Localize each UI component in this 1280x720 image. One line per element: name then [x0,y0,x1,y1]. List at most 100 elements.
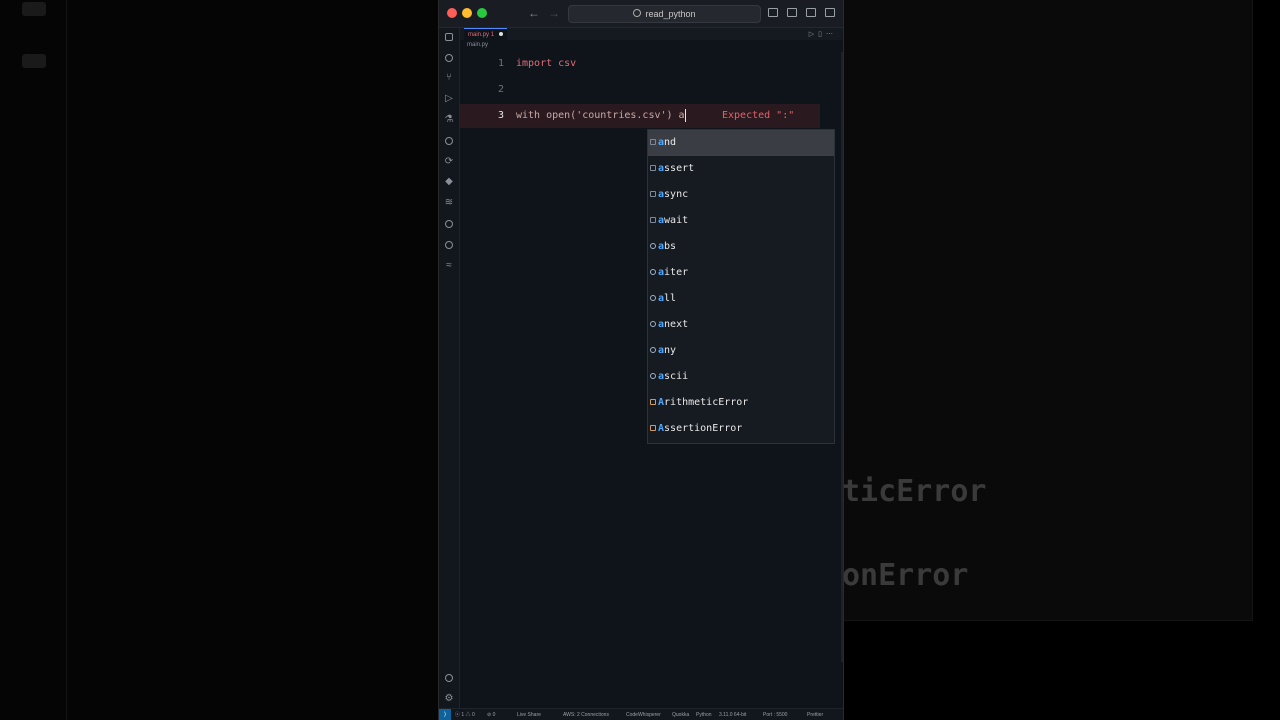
tab-label: main.py [468,32,490,38]
run-file-icon[interactable]: ▷ [809,31,818,38]
function-icon [650,321,656,327]
gitlens-icon[interactable] [444,240,454,250]
accounts-icon[interactable] [444,673,454,683]
title-bar: ← → read_python [439,0,843,28]
suggestion-item[interactable]: all [648,286,834,312]
function-icon [650,373,656,379]
problems-status[interactable]: ⓧ 1 △ 0 [455,709,475,720]
toggle-secondary-sidebar-icon[interactable] [806,8,816,17]
live-share-status[interactable]: Live Share [517,709,541,720]
suggestion-label: ascii [658,371,689,382]
suggestion-label: any [658,345,677,356]
line-code: import csv [516,58,577,69]
code-line-2[interactable]: 2 [460,78,820,102]
suggestion-label: async [658,189,689,200]
editor-scrollbar[interactable] [841,52,843,662]
ports-status[interactable]: ⊘ 0 [487,709,495,720]
diagnostic-message: Expected ":" [722,110,795,121]
minimize-window-button[interactable] [462,8,472,18]
maximize-window-button[interactable] [477,8,487,18]
split-editor-icon[interactable]: ▯ [818,31,826,38]
suggestion-item[interactable]: async [648,182,834,208]
docker-icon[interactable]: ≋ [444,198,454,208]
suggestion-item[interactable]: AssertionError [648,416,834,442]
forward-arrow-icon[interactable]: → [548,6,560,20]
suggestion-item[interactable]: any [648,338,834,364]
suggestion-item[interactable]: aiter [648,260,834,286]
search-view-icon[interactable] [444,53,454,63]
suggestion-item[interactable]: assert [648,156,834,182]
back-arrow-icon[interactable]: ← [528,6,540,20]
explorer-icon[interactable] [444,32,454,42]
testing-flask-icon[interactable]: ⚗ [444,115,454,125]
remote-explorer-icon[interactable]: ⟳ [444,157,454,167]
keyword-icon [650,191,656,197]
codewhisperer-status[interactable]: CodeWhisperer [626,709,661,720]
quokka-status[interactable]: Quokka [672,709,689,720]
suggestion-item[interactable]: abs [648,234,834,260]
suggestion-widget: and assert async await abs aiter all ane… [647,129,835,444]
suggestion-label: and [658,137,677,148]
suggestion-item[interactable]: anext [648,312,834,338]
run-debug-icon[interactable]: ▷ [444,94,454,104]
tab-bar: main.py 1 [460,28,843,41]
suggestion-item[interactable]: ArithmeticError [648,390,834,416]
ghost-text-arithmetic: ticError [842,474,987,509]
background-panel: ticError onError [842,0,1253,621]
class-icon [650,399,656,405]
suggestion-label: all [658,293,677,304]
function-icon [650,347,656,353]
source-control-icon[interactable]: ⑂ [444,73,454,83]
suggestion-label: aiter [658,267,689,278]
line-number: 2 [497,84,504,95]
suggestion-item[interactable]: and [648,130,834,156]
prettier-status[interactable]: Prettier [807,709,823,720]
background-divider [66,0,67,720]
suggestion-item[interactable]: await [648,208,834,234]
code-line-1[interactable]: 1 import csv [460,52,820,76]
more-actions-icon[interactable]: ⋯ [826,31,837,38]
status-bar: ⟩ ⓧ 1 △ 0 ⊘ 0 Live Share AWS: 2 Connecti… [439,708,843,720]
suggestion-label: ArithmeticError [658,397,749,408]
activity-bar: ⑂ ▷ ⚗ ⟳ ◆ ≋ ≈ ⚙ [439,28,460,720]
search-label: read_python [645,9,696,19]
line-code: with open('countries.csv') a [516,104,686,128]
class-icon [650,425,656,431]
unsaved-dot-icon [498,32,503,36]
interpreter-status[interactable]: 3.11.0 64-bit [719,709,746,720]
settings-gear-icon[interactable]: ⚙ [444,694,454,704]
command-center-search[interactable]: read_python [568,5,761,23]
timeline-icon[interactable] [444,136,454,146]
keyword-icon [650,139,656,145]
editor-actions: ▷▯⋯ [809,30,837,38]
line-number: 3 [497,110,504,121]
suggestion-label: AssertionError [658,423,743,434]
aws-icon[interactable]: ≈ [444,261,454,271]
suggestion-label: abs [658,241,677,252]
live-server-port-status[interactable]: Port : 5500 [763,709,787,720]
background-right: ticError onError [842,0,1280,720]
suggestion-label: anext [658,319,689,330]
line-code-text: with open('countries.csv') a [516,110,685,121]
suggestion-label: await [658,215,689,226]
ghost-aws-icon [22,54,46,68]
keyword-icon [650,217,656,223]
breadcrumb[interactable]: main.py [467,42,488,48]
aws-connections-status[interactable]: AWS: 2 Connections [563,709,609,720]
code-line-3[interactable]: 3 with open('countries.csv') a Expected … [460,104,820,128]
suggestion-item[interactable]: ascii [648,364,834,390]
ghost-text-assertion: onError [842,558,969,593]
language-mode-status[interactable]: Python [696,709,712,720]
function-icon [650,295,656,301]
close-window-button[interactable] [447,8,457,18]
toggle-panel-icon[interactable] [787,8,797,17]
extension-drop-icon[interactable]: ◆ [444,177,454,187]
search-icon [633,9,642,17]
live-share-icon[interactable] [444,219,454,229]
remote-indicator-icon[interactable]: ⟩ [439,709,451,720]
toggle-sidebar-icon[interactable] [768,8,778,17]
customize-layout-icon[interactable] [825,8,835,17]
function-icon [650,243,656,249]
background-left [0,0,438,720]
tab-main-py[interactable]: main.py 1 [464,28,507,41]
